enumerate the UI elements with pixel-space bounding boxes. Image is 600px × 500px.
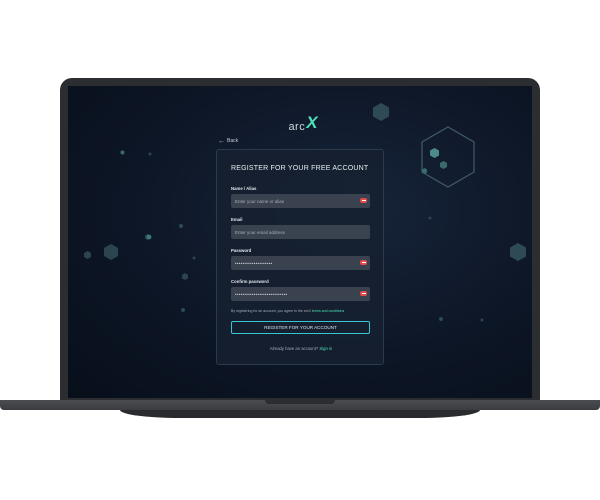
hexagon-decoration bbox=[148, 152, 152, 156]
hexagon-decoration bbox=[182, 273, 188, 280]
signin-prompt: Already have an account? bbox=[269, 346, 319, 351]
hexagon-decoration bbox=[480, 318, 484, 322]
register-card: REGISTER FOR YOUR FREE ACCOUNT Name / Al… bbox=[216, 149, 384, 365]
laptop-hinge-notch bbox=[265, 400, 335, 404]
logo-text: arc bbox=[288, 121, 306, 133]
password-manager-icon[interactable] bbox=[360, 198, 367, 203]
hexagon-decoration bbox=[192, 256, 196, 260]
name-placeholder: Enter your name or alias bbox=[235, 198, 285, 204]
laptop-base-shadow bbox=[120, 410, 480, 418]
form-title: REGISTER FOR YOUR FREE ACCOUNT bbox=[231, 165, 369, 172]
email-input[interactable]: Enter your email address bbox=[231, 225, 370, 239]
screen: arc X ← Back REGISTER FOR YOUR FREE ACCOU… bbox=[68, 86, 532, 398]
back-link[interactable]: ← Back bbox=[218, 137, 238, 145]
password-input[interactable]: •••••••••••••••••••• bbox=[231, 256, 370, 270]
terms-prefix: By registering for an account, you agree… bbox=[231, 309, 311, 313]
password-label: Password bbox=[231, 248, 252, 253]
arrow-left-icon: ← bbox=[218, 137, 225, 145]
hexagon-decoration bbox=[428, 216, 432, 220]
hexagon-decoration bbox=[440, 161, 447, 169]
confirm-password-input[interactable]: •••••••••••••••••••••••••••• bbox=[231, 287, 370, 301]
signin-link[interactable]: Sign in bbox=[319, 346, 332, 351]
hexagon-decoration bbox=[373, 103, 389, 121]
hexagon-decoration bbox=[438, 316, 444, 322]
hexagon-decoration bbox=[178, 223, 184, 229]
name-label: Name / Alias bbox=[231, 186, 257, 191]
hexagon-decoration bbox=[180, 307, 186, 313]
hexagon-decoration bbox=[430, 148, 439, 158]
confirm-password-label: Confirm password bbox=[231, 279, 269, 284]
password-value: •••••••••••••••••••• bbox=[235, 260, 273, 266]
hexagon-decoration bbox=[510, 243, 526, 261]
register-button[interactable]: REGISTER FOR YOUR ACCOUNT bbox=[231, 321, 370, 334]
confirm-password-value: •••••••••••••••••••••••••••• bbox=[235, 291, 288, 297]
email-placeholder: Enter your email address bbox=[235, 229, 286, 235]
hexagon-decoration bbox=[422, 168, 427, 174]
hexagon-decoration bbox=[146, 234, 152, 240]
app-logo: arc X bbox=[283, 113, 323, 133]
hexagon-decoration bbox=[104, 244, 118, 260]
terms-notice: By registering for an account, you agree… bbox=[231, 309, 344, 313]
signin-row: Already have an account? Sign in bbox=[217, 346, 385, 351]
logo-mark: X bbox=[306, 113, 318, 132]
hexagon-decoration bbox=[84, 251, 91, 259]
email-label: Email bbox=[231, 217, 243, 222]
name-input[interactable]: Enter your name or alias bbox=[231, 194, 370, 208]
back-label: Back bbox=[227, 138, 239, 144]
password-manager-icon[interactable] bbox=[360, 260, 367, 265]
hexagon-decoration bbox=[120, 150, 125, 155]
terms-link[interactable]: terms and conditions bbox=[312, 309, 344, 313]
password-manager-icon[interactable] bbox=[360, 291, 367, 296]
